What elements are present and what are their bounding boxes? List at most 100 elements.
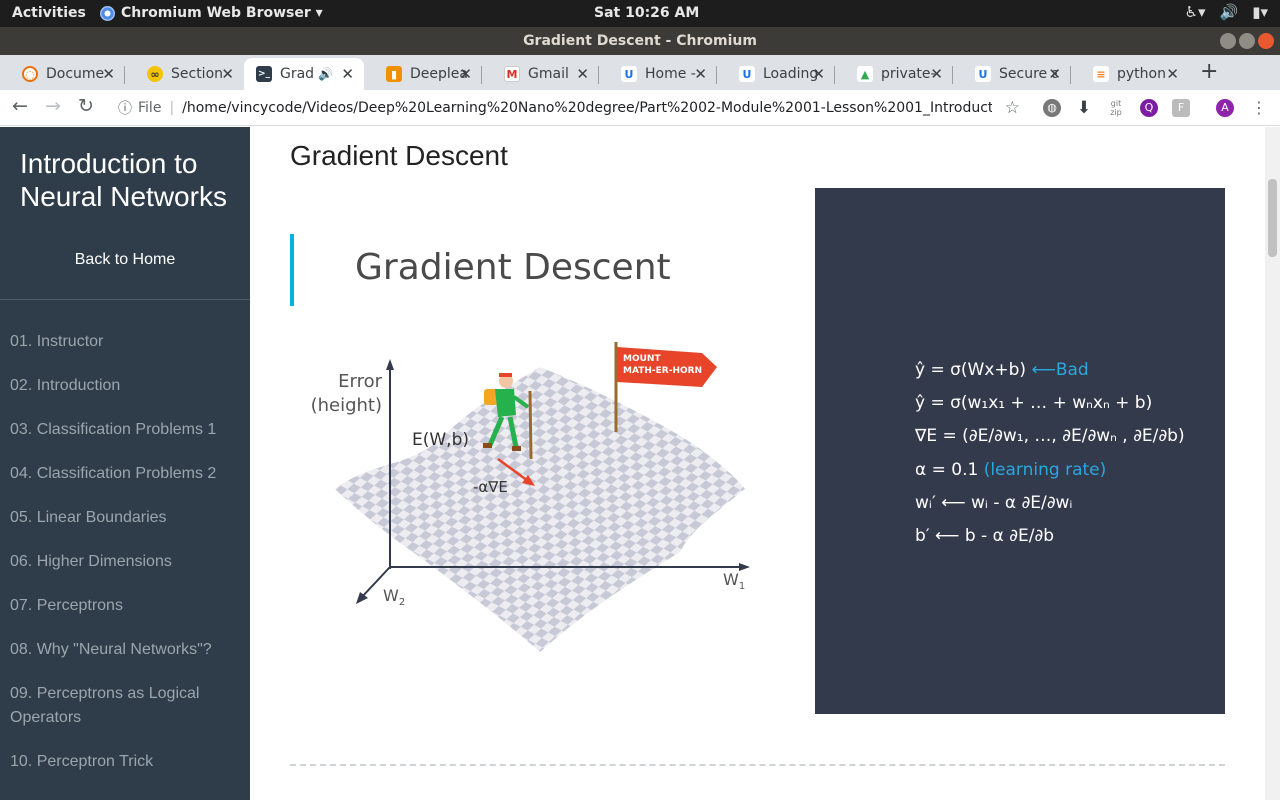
- equation-gradient: ∇E = (∂E/∂w₁, …, ∂E/∂wₙ , ∂E/∂b): [915, 426, 1185, 446]
- close-tab-icon[interactable]: ✕: [1166, 65, 1179, 83]
- new-tab-button[interactable]: +: [1200, 59, 1218, 84]
- back-to-home-link[interactable]: Back to Home: [0, 251, 250, 269]
- lesson-link[interactable]: 08. Why "Neural Networks"?: [0, 628, 250, 672]
- lesson-link[interactable]: 06. Higher Dimensions: [0, 540, 250, 584]
- tab-gmail[interactable]: M Gmail ✕: [482, 58, 599, 90]
- close-tab-icon[interactable]: ✕: [930, 65, 943, 83]
- bad-note: ⟵Bad: [1031, 360, 1089, 380]
- udacity-icon: U: [621, 66, 637, 82]
- tab-home[interactable]: U Home - ✕: [599, 58, 717, 90]
- window-titlebar: Gradient Descent - Chromium: [0, 27, 1280, 55]
- tab-section[interactable]: ∞ Section ✕: [125, 58, 244, 90]
- profile-avatar[interactable]: A: [1216, 99, 1234, 117]
- bookmark-star-icon[interactable]: ☆: [1005, 98, 1020, 118]
- tab-docume[interactable]: ◌ Docume ✕: [0, 58, 125, 90]
- extension-f-icon[interactable]: F: [1172, 99, 1190, 117]
- clock[interactable]: Sat 10:26 AM: [594, 5, 699, 21]
- app-menu[interactable]: Chromium Web Browser ▾: [100, 5, 323, 21]
- tab-label: Grad: [280, 66, 315, 82]
- tab-label: Docume: [46, 66, 104, 82]
- slide-equations-panel: ŷ = σ(Wx+b) ⟵Bad ŷ = σ(w₁x₁ + … + wₙxₙ +…: [815, 188, 1225, 714]
- close-tab-icon[interactable]: ✕: [221, 65, 234, 83]
- udacity-icon: U: [975, 66, 991, 82]
- accessibility-icon[interactable]: ♿▾: [1185, 3, 1206, 21]
- course-title: Introduction to Neural Networks: [20, 148, 227, 212]
- lesson-content: Gradient Descent Gradient Descent Error …: [250, 127, 1265, 800]
- extension-q-icon[interactable]: Q: [1140, 99, 1158, 117]
- lesson-link[interactable]: 01. Instructor: [0, 320, 250, 364]
- system-tray[interactable]: ♿▾ 🔊 ▮▾: [1185, 3, 1268, 21]
- equation-bias-update: b′ ⟵ b - α ∂E/∂b: [915, 526, 1055, 546]
- error-axis-arrow: [386, 359, 394, 370]
- book-favicon-icon: ▮: [386, 66, 402, 82]
- tab-strip: ◌ Docume ✕ ∞ Section ✕ >_ Grad 🔊 ✕ ▮ Dee…: [0, 55, 1280, 90]
- gitzip-icon[interactable]: git zip: [1107, 99, 1125, 117]
- section-divider: [290, 764, 1225, 766]
- section-favicon-icon: ∞: [147, 66, 163, 82]
- sidebar-divider: [0, 299, 250, 300]
- lesson-link[interactable]: 07. Perceptrons: [0, 584, 250, 628]
- error-axis-label: Error: [338, 371, 382, 392]
- chromium-icon: [100, 5, 115, 21]
- volume-icon[interactable]: 🔊: [1220, 3, 1239, 21]
- lesson-link[interactable]: 04. Classification Problems 2: [0, 452, 250, 496]
- lesson-link[interactable]: 03. Classification Problems 1: [0, 408, 250, 452]
- info-icon[interactable]: ⓘ: [118, 98, 132, 118]
- url-text[interactable]: /home/vincycode/Videos/Deep%20Learning%2…: [182, 100, 992, 116]
- terminal-favicon-icon: >_: [256, 66, 272, 82]
- tab-label: Section: [171, 66, 224, 82]
- google-drive-icon: ▲: [857, 66, 873, 82]
- stackoverflow-icon: ≡: [1093, 66, 1109, 82]
- slide-illustration: Gradient Descent Error (height) E(W,b) -…: [290, 187, 815, 714]
- close-tab-icon[interactable]: ✕: [459, 65, 472, 83]
- equation-prediction: ŷ = σ(Wx+b) ⟵Bad: [915, 360, 1089, 380]
- tab-secure[interactable]: U Secure a ✕: [953, 58, 1071, 90]
- lesson-list: 01. Instructor 02. Introduction 03. Clas…: [0, 320, 250, 784]
- close-tab-icon[interactable]: ✕: [1048, 65, 1061, 83]
- browser-toolbar: ← → ↻ ⓘ File | /home/vincycode/Videos/De…: [0, 90, 1280, 126]
- forward-arrow-icon[interactable]: →: [45, 95, 61, 117]
- tab-deeplearning[interactable]: ▮ Deeplea ✕: [364, 58, 482, 90]
- menu-kebab-icon[interactable]: ⋮: [1250, 99, 1268, 117]
- flag-text-line2: MATH-ER-HORN: [623, 366, 702, 376]
- window-title: Gradient Descent - Chromium: [523, 33, 757, 49]
- app-menu-label: Chromium Web Browser ▾: [121, 5, 323, 21]
- download-icon[interactable]: ⬇: [1075, 99, 1093, 117]
- reload-icon[interactable]: ↻: [78, 95, 94, 117]
- maximize-button[interactable]: [1239, 33, 1255, 49]
- lesson-link[interactable]: 05. Linear Boundaries: [0, 496, 250, 540]
- equation-weight-update: wᵢ′ ⟵ wᵢ - α ∂E/∂wᵢ: [915, 493, 1073, 513]
- audio-playing-icon[interactable]: 🔊: [318, 67, 333, 81]
- gmail-icon: M: [504, 66, 520, 82]
- scrollbar-thumb[interactable]: [1268, 179, 1277, 257]
- tab-python[interactable]: ≡ python ✕: [1071, 58, 1189, 90]
- close-tab-icon[interactable]: ✕: [812, 65, 825, 83]
- error-surface-diagram: Error (height) E(W,b) -α∇E W1 W2 MOUNT M…: [311, 342, 750, 652]
- tab-loading[interactable]: U Loading ✕: [717, 58, 835, 90]
- gradient-step-label: -α∇E: [473, 478, 508, 496]
- lesson-link[interactable]: 02. Introduction: [0, 364, 250, 408]
- close-tab-icon[interactable]: ✕: [694, 65, 707, 83]
- loading-icon: ◌: [22, 66, 38, 82]
- battery-icon[interactable]: ▮▾: [1252, 3, 1268, 21]
- lesson-link[interactable]: 10. Perceptron Trick: [0, 740, 250, 784]
- close-tab-icon[interactable]: ✕: [576, 65, 589, 83]
- activities-button[interactable]: Activities: [12, 5, 86, 21]
- minimize-button[interactable]: [1220, 33, 1236, 49]
- back-arrow-icon[interactable]: ←: [12, 95, 28, 117]
- height-axis-label: (height): [311, 395, 382, 416]
- page-title: Gradient Descent: [290, 140, 508, 171]
- extension-globe-icon[interactable]: ◍: [1043, 99, 1061, 117]
- close-tab-icon[interactable]: ✕: [102, 65, 115, 83]
- tab-private[interactable]: ▲ private- ✕: [835, 58, 953, 90]
- point-label: E(W,b): [412, 430, 469, 450]
- error-surface: [335, 367, 745, 652]
- page-scrollbar[interactable]: [1265, 127, 1280, 800]
- close-tab-icon[interactable]: ✕: [341, 65, 354, 83]
- tab-gradient-descent[interactable]: >_ Grad 🔊 ✕: [244, 58, 364, 90]
- lesson-link[interactable]: 09. Perceptrons as Logical Operators: [0, 672, 250, 740]
- address-bar[interactable]: ⓘ File | /home/vincycode/Videos/Deep%20L…: [110, 93, 1030, 123]
- close-window-button[interactable]: [1258, 33, 1274, 49]
- learning-rate-note: (learning rate): [983, 460, 1107, 480]
- w1-axis-label: W1: [723, 570, 745, 592]
